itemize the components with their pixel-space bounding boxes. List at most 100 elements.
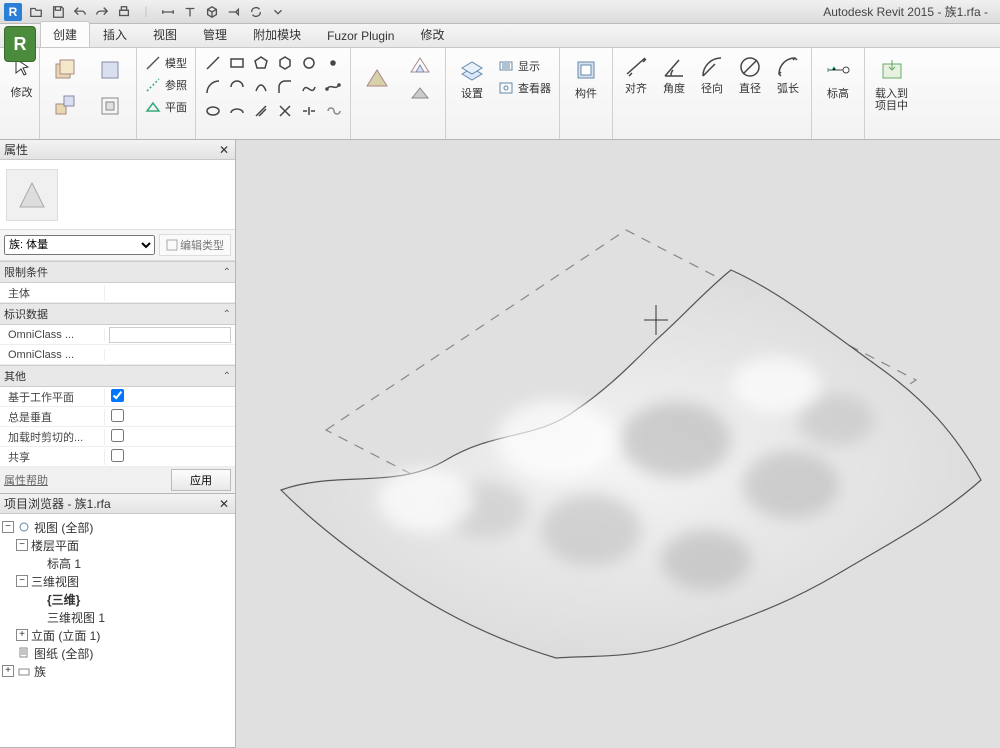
edit-type-button[interactable]: 编辑类型 — [159, 234, 231, 256]
properties-close-icon[interactable]: ✕ — [217, 143, 231, 157]
draw-polygon-icon[interactable] — [250, 52, 272, 74]
ribbon-group-workplane — [351, 48, 446, 139]
omni1-input[interactable] — [109, 327, 231, 343]
tree-floorplan[interactable]: − 楼层平面 — [2, 536, 233, 554]
qat-print-icon[interactable] — [116, 4, 132, 20]
form-revolve-icon[interactable] — [90, 52, 130, 88]
draw-arc3-icon[interactable] — [250, 76, 272, 98]
tree-elevation[interactable]: + 立面 (立面 1) — [2, 626, 233, 644]
3d-viewport[interactable] — [236, 140, 1000, 748]
ribbon-panel: 修改 模型 参照 平面 — [0, 48, 1000, 140]
prop-host: 主体 — [0, 283, 235, 303]
apply-button[interactable]: 应用 — [171, 469, 231, 491]
collapse-icon[interactable]: ⌃ — [223, 309, 231, 320]
prop-omni1: OmniClass ... — [0, 325, 235, 345]
draw-arc1-icon[interactable] — [202, 76, 224, 98]
tree-3d-1[interactable]: 三维视图 1 — [2, 608, 233, 626]
browser-close-icon[interactable]: ✕ — [217, 497, 231, 511]
tree-3d-default[interactable]: {三维} — [2, 590, 233, 608]
draw-fillet-icon[interactable] — [274, 76, 296, 98]
qat-measure-icon[interactable] — [160, 4, 176, 20]
tab-create[interactable]: 创建 — [40, 21, 90, 47]
draw-line-icon[interactable] — [202, 52, 224, 74]
qat-save-icon[interactable] — [50, 4, 66, 20]
qat-sync-icon[interactable] — [248, 4, 264, 20]
draw-ellipse-arc-icon[interactable] — [226, 100, 248, 122]
tree-toggle-icon[interactable]: + — [16, 629, 28, 641]
prop-vertical: 总是垂直 — [0, 407, 235, 427]
tab-insert[interactable]: 插入 — [90, 21, 140, 47]
draw-point-icon[interactable] — [322, 52, 344, 74]
level-button[interactable]: 标高 — [818, 52, 858, 102]
qat-undo-icon[interactable] — [72, 4, 88, 20]
draw-ellipse-icon[interactable] — [202, 100, 224, 122]
draw-split-icon[interactable] — [298, 100, 320, 122]
type-selector[interactable]: 族: 体量 — [4, 235, 155, 255]
qat-text-icon[interactable] — [182, 4, 198, 20]
tree-families[interactable]: + 族 — [2, 662, 233, 680]
qat-dropdown-icon[interactable] — [270, 4, 286, 20]
viewer-button[interactable]: 查看器 — [496, 77, 553, 99]
draw-rect-icon[interactable] — [226, 52, 248, 74]
shared-checkbox[interactable] — [111, 449, 124, 462]
draw-chain-icon[interactable] — [322, 100, 344, 122]
form-extrude-icon[interactable] — [46, 52, 86, 88]
qat-section-icon[interactable] — [226, 4, 242, 20]
tree-toggle-icon[interactable]: − — [16, 575, 28, 587]
ribbon-group-datum: 标高 — [812, 48, 865, 139]
void-join-icon[interactable] — [401, 80, 439, 108]
component-button[interactable]: 构件 — [566, 52, 606, 102]
tab-view[interactable]: 视图 — [140, 21, 190, 47]
tree-level1[interactable]: 标高 1 — [2, 554, 233, 572]
project-browser-tree: − 视图 (全部) − 楼层平面 标高 1 − 三维视图 — [0, 514, 235, 747]
void-cut-icon[interactable] — [401, 52, 439, 80]
draw-spline-icon[interactable] — [298, 76, 320, 98]
tree-toggle-icon[interactable]: − — [2, 521, 14, 533]
form-sweep-icon[interactable] — [46, 88, 86, 124]
model-line-button[interactable]: 模型 — [143, 52, 189, 74]
families-icon — [17, 664, 31, 678]
vertical-checkbox[interactable] — [111, 409, 124, 422]
void-form-icon[interactable] — [357, 52, 397, 108]
dim-align-button[interactable]: 对齐 — [619, 52, 653, 98]
properties-help-link[interactable]: 属性帮助 — [4, 472, 48, 488]
draw-spline2-icon[interactable] — [322, 76, 344, 98]
tree-toggle-icon[interactable]: + — [2, 665, 14, 677]
ref-line-button[interactable]: 参照 — [143, 74, 189, 96]
collapse-icon[interactable]: ⌃ — [223, 371, 231, 382]
set-workplane-button[interactable]: 设置 — [452, 52, 492, 102]
draw-pick-icon[interactable] — [250, 100, 272, 122]
revit-corner-icon[interactable]: R — [4, 26, 36, 62]
tree-3dview-group[interactable]: − 三维视图 — [2, 572, 233, 590]
draw-trim-icon[interactable] — [274, 100, 296, 122]
dim-diameter-button[interactable]: 直径 — [733, 52, 767, 98]
qat-open-icon[interactable] — [28, 4, 44, 20]
dim-angle-button[interactable]: 角度 — [657, 52, 691, 98]
workplane-checkbox[interactable] — [111, 389, 124, 402]
dim-arc-button[interactable]: 弧长 — [771, 52, 805, 98]
qat-redo-icon[interactable] — [94, 4, 110, 20]
draw-arc2-icon[interactable] — [226, 76, 248, 98]
qat-3d-icon[interactable] — [204, 4, 220, 20]
section-constraints[interactable]: 限制条件⌃ — [0, 261, 235, 283]
plane-button[interactable]: 平面 — [143, 96, 189, 118]
load-project-button[interactable]: 载入到 项目中 — [871, 52, 912, 114]
tree-toggle-icon[interactable]: − — [16, 539, 28, 551]
draw-circle-icon[interactable] — [298, 52, 320, 74]
dim-radial-button[interactable]: 径向 — [695, 52, 729, 98]
tab-manage[interactable]: 管理 — [190, 21, 240, 47]
tab-addins[interactable]: 附加模块 — [240, 21, 314, 47]
tab-modify[interactable]: 修改 — [407, 21, 457, 47]
tree-sheets[interactable]: 图纸 (全部) — [2, 644, 233, 662]
section-identity[interactable]: 标识数据⌃ — [0, 303, 235, 325]
tab-fuzor[interactable]: Fuzor Plugin — [314, 24, 407, 47]
ribbon-group-set: 设置 显示 查看器 — [446, 48, 560, 139]
collapse-icon[interactable]: ⌃ — [223, 267, 231, 278]
form-blend-icon[interactable] — [90, 88, 130, 124]
show-button[interactable]: 显示 — [496, 55, 553, 77]
app-menu-icon[interactable]: R — [4, 3, 22, 21]
tree-views[interactable]: − 视图 (全部) — [2, 518, 233, 536]
section-other[interactable]: 其他⌃ — [0, 365, 235, 387]
cutload-checkbox[interactable] — [111, 429, 124, 442]
draw-polygon2-icon[interactable] — [274, 52, 296, 74]
